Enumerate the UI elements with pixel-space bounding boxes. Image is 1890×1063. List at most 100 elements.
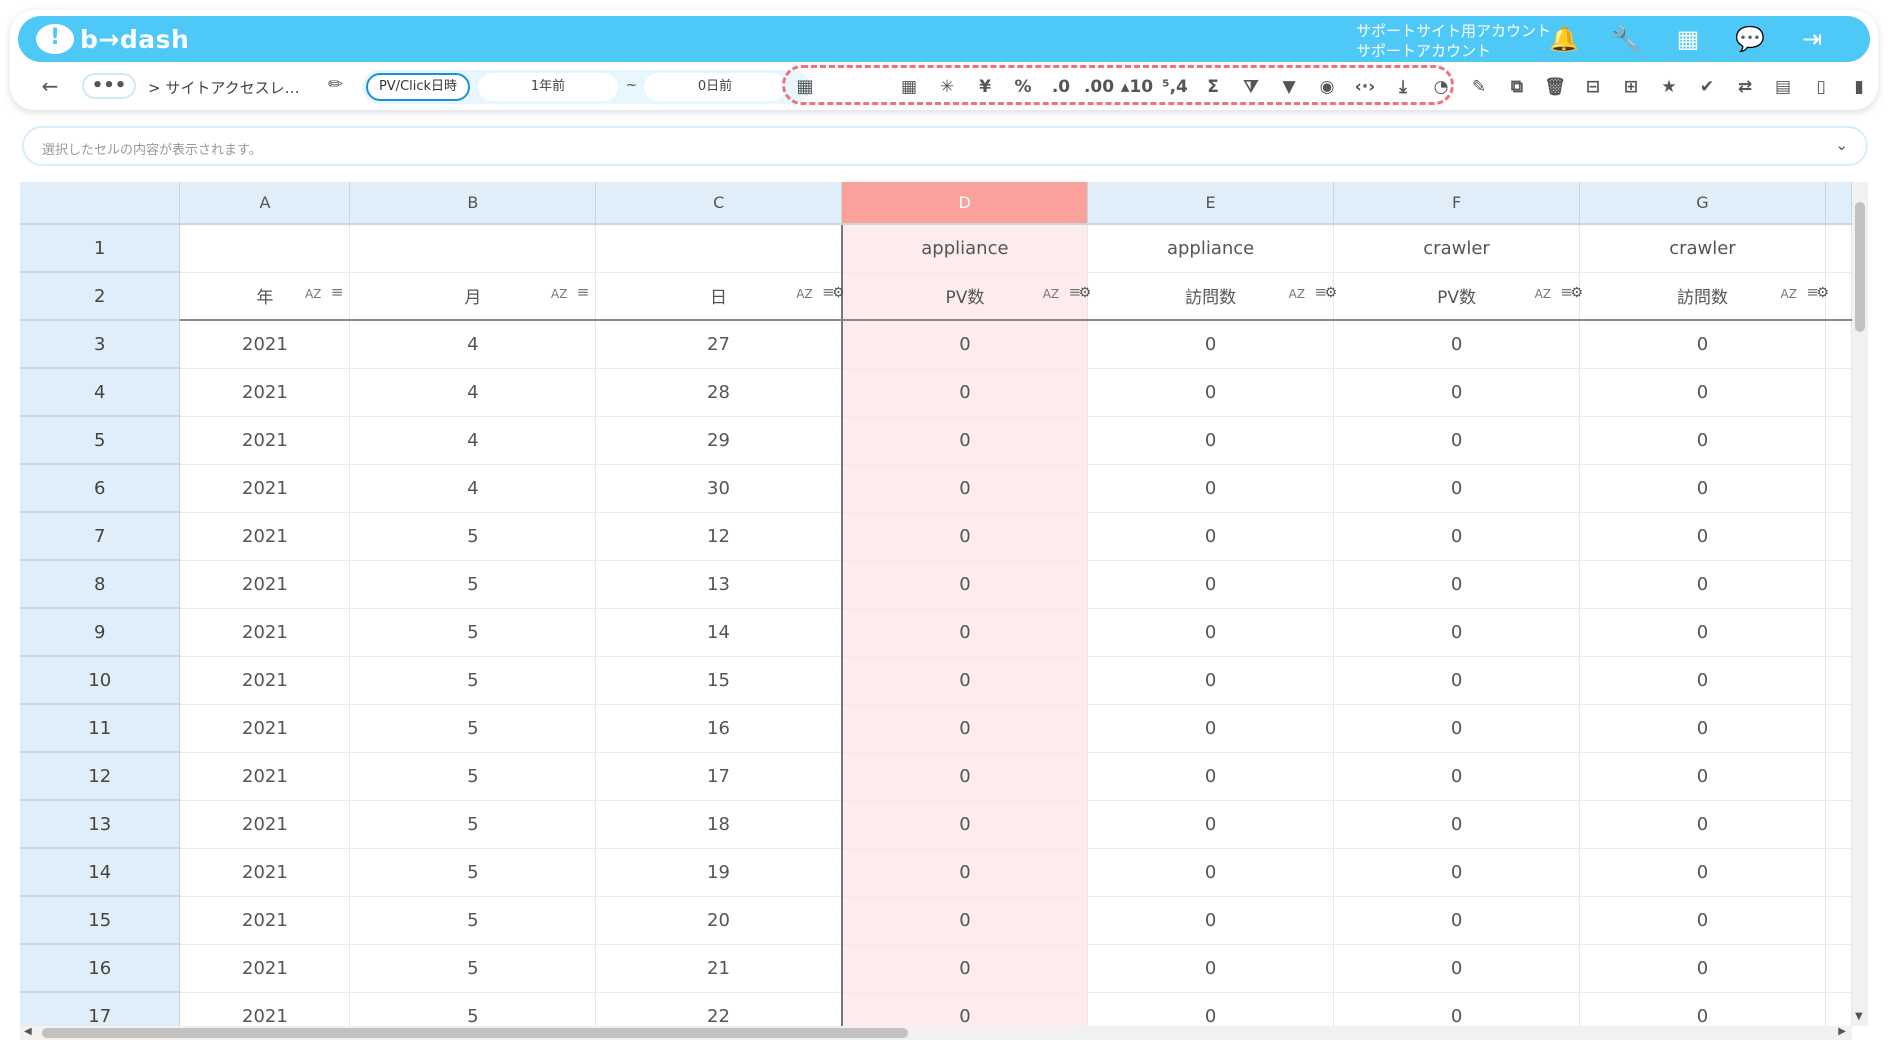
table-cell[interactable]: 28 <box>595 368 843 417</box>
row-header[interactable]: 1 <box>20 224 181 273</box>
table-cell[interactable]: 2021 <box>179 416 351 465</box>
vertical-scroll-thumb[interactable] <box>1855 202 1865 332</box>
table-cell[interactable]: 17 <box>595 752 843 801</box>
table-cell[interactable]: 12 <box>595 512 843 561</box>
table-cell[interactable]: 5 <box>349 896 597 945</box>
download-icon[interactable]: ⤓ <box>1384 72 1422 102</box>
date-from-field[interactable]: 1年前 <box>478 73 618 101</box>
table-cell[interactable]: 0 <box>1333 464 1580 513</box>
table-cell[interactable]: 0 <box>1579 944 1826 993</box>
row-header[interactable]: 3 <box>20 320 181 369</box>
table-cell[interactable]: 0 <box>1333 368 1580 417</box>
table-cell[interactable]: 0 <box>841 848 1089 897</box>
table-cell[interactable]: 0 <box>1333 944 1580 993</box>
row-header[interactable]: 11 <box>20 704 181 753</box>
table-cell[interactable]: 0 <box>841 320 1089 369</box>
spreadsheet-grid[interactable]: A B C D E F G 1 appliance appliance crawler crawler… <box>20 182 1852 1026</box>
table-cell[interactable]: 0 <box>1579 608 1826 657</box>
table-cell[interactable]: 0 <box>841 656 1089 705</box>
table-cell[interactable]: 5 <box>349 512 597 561</box>
row-header[interactable]: 2 <box>20 272 181 321</box>
table-cell[interactable]: 0 <box>1579 752 1826 801</box>
table-cell[interactable]: 2021 <box>179 992 351 1026</box>
field-name-cell[interactable]: 年 AZ ≡ <box>179 272 351 321</box>
wrench-icon[interactable]: 🔧 <box>1608 22 1644 56</box>
row-header[interactable]: 4 <box>20 368 181 417</box>
field-name-cell[interactable]: PV数 AZ ≡ ⚙ <box>841 272 1091 321</box>
logout-icon[interactable]: ⇥ <box>1794 22 1830 56</box>
chart-icon[interactable]: ◔ <box>1422 72 1460 102</box>
field-name-cell[interactable]: PV数 AZ ≡ ⚙ <box>1333 272 1583 321</box>
table-cell[interactable]: 0 <box>1087 800 1335 849</box>
calendar-icon[interactable]: ▤ <box>1764 72 1802 102</box>
table-cell[interactable]: 2021 <box>179 512 351 561</box>
sort-az-icon[interactable]: AZ <box>551 287 567 301</box>
sort-az-icon[interactable]: AZ <box>1535 287 1551 301</box>
row-header[interactable]: 16 <box>20 944 181 993</box>
filter-icon[interactable]: ▼ <box>1270 72 1308 102</box>
column-header-a[interactable]: A <box>179 182 351 225</box>
row-header[interactable]: 9 <box>20 608 181 657</box>
table-cell[interactable]: 0 <box>1087 848 1335 897</box>
header-group-cell[interactable] <box>179 224 351 273</box>
corner-cell[interactable] <box>20 182 181 225</box>
user-check-icon[interactable]: ✔ <box>1688 72 1726 102</box>
column-header-b[interactable]: B <box>349 182 597 225</box>
table-cell[interactable]: 0 <box>1087 704 1335 753</box>
table-cell[interactable]: 5 <box>349 848 597 897</box>
row-header[interactable]: 10 <box>20 656 181 705</box>
column-header-d[interactable]: D <box>841 182 1089 225</box>
table-cell[interactable]: 16 <box>595 704 843 753</box>
table-cell[interactable]: 2021 <box>179 368 351 417</box>
cell-content-bar[interactable]: 選択したセルの内容が表示されます。 ⌄ <box>22 126 1868 166</box>
document-icon[interactable]: ▯ <box>1802 72 1840 102</box>
decrease-decimal-icon[interactable]: .0 <box>1042 72 1080 102</box>
table-cell[interactable]: 14 <box>595 608 843 657</box>
table-cell[interactable]: 0 <box>1579 704 1826 753</box>
sum-icon[interactable]: Σ <box>1194 72 1232 102</box>
table-cell[interactable]: 0 <box>1579 464 1826 513</box>
table-cell[interactable]: 0 <box>841 752 1089 801</box>
edit-title-icon[interactable]: ✏ <box>328 74 343 95</box>
table-cell[interactable]: 5 <box>349 944 597 993</box>
table-cell[interactable]: 0 <box>841 992 1089 1026</box>
table-cell[interactable]: 2021 <box>179 608 351 657</box>
more-button[interactable]: ••• <box>82 73 136 99</box>
table-cell[interactable]: 0 <box>1579 320 1826 369</box>
field-name-cell[interactable]: 訪問数 AZ ≡ ⚙ <box>1579 272 1829 321</box>
table-cell[interactable]: 0 <box>1087 416 1335 465</box>
table-cell[interactable]: 0 <box>1333 896 1580 945</box>
table-cell[interactable]: 0 <box>841 800 1089 849</box>
field-name-cell[interactable]: 訪問数 AZ ≡ ⚙ <box>1087 272 1337 321</box>
table-cell[interactable]: 0 <box>1087 992 1335 1026</box>
row-header[interactable]: 8 <box>20 560 181 609</box>
clipboard-icon[interactable]: ▮ <box>1840 72 1878 102</box>
table-cell[interactable]: 4 <box>349 416 597 465</box>
table-cell[interactable]: 0 <box>1087 944 1335 993</box>
table-cell[interactable]: 0 <box>1333 512 1580 561</box>
horizontal-scrollbar[interactable]: ◀ ▶ <box>20 1026 1852 1040</box>
chevron-down-icon[interactable]: ⌄ <box>1835 136 1848 154</box>
table-cell[interactable]: 0 <box>1333 800 1580 849</box>
clear-filter-icon[interactable]: ⧩ <box>1232 72 1270 102</box>
unarchive-icon[interactable]: ⊞ <box>1612 72 1650 102</box>
filter-lines-icon[interactable]: ≡ <box>577 283 590 301</box>
table-cell[interactable]: 0 <box>1333 560 1580 609</box>
table-cell[interactable]: 2021 <box>179 320 351 369</box>
table-cell[interactable]: 2021 <box>179 704 351 753</box>
row-header[interactable]: 15 <box>20 896 181 945</box>
table-cell[interactable]: 30 <box>595 464 843 513</box>
table-cell[interactable]: 2021 <box>179 848 351 897</box>
yen-icon[interactable]: ¥ <box>966 72 1004 102</box>
table-cell[interactable]: 0 <box>1333 992 1580 1026</box>
trash-icon[interactable]: 🗑 <box>1536 72 1574 102</box>
table-cell[interactable]: 0 <box>1087 464 1335 513</box>
sort-az-icon[interactable]: AZ <box>1043 287 1059 301</box>
date-mode-button[interactable]: PV/Click日時 <box>366 73 470 101</box>
table-cell[interactable]: 0 <box>1579 848 1826 897</box>
table-cell[interactable]: 13 <box>595 560 843 609</box>
table-cell[interactable]: 22 <box>595 992 843 1026</box>
table-cell[interactable]: 0 <box>841 704 1089 753</box>
table-cell[interactable]: 0 <box>1333 320 1580 369</box>
copy-icon[interactable]: ⧉ <box>1498 72 1536 102</box>
